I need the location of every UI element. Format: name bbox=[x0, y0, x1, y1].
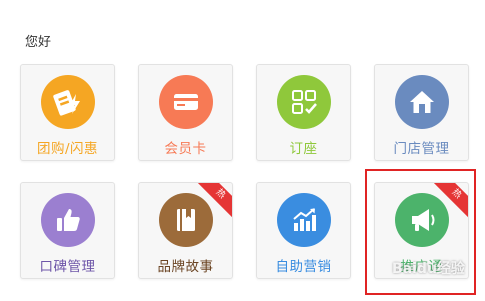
tile-label: 品牌故事 bbox=[157, 259, 214, 275]
coupon-lightning-icon bbox=[40, 75, 95, 129]
tile-label: 团购/闪惠 bbox=[36, 141, 99, 157]
tile-brand-story[interactable]: 品牌故事 热 bbox=[138, 182, 233, 279]
tile-label: 订座 bbox=[289, 141, 318, 157]
tile-seat-booking[interactable]: 订座 bbox=[256, 64, 351, 161]
growth-chart-icon bbox=[276, 193, 331, 247]
seat-booking-icon bbox=[276, 75, 331, 129]
tile-group-buy[interactable]: 团购/闪惠 bbox=[20, 64, 115, 161]
store-house-icon bbox=[394, 75, 449, 129]
tile-label: 门店管理 bbox=[393, 141, 450, 157]
brand-book-icon bbox=[158, 193, 213, 247]
greeting-text: 您好 bbox=[25, 35, 52, 50]
tile-reputation-management[interactable]: 口碑管理 bbox=[20, 182, 115, 279]
tile-member-card[interactable]: 会员卡 bbox=[138, 64, 233, 161]
member-card-icon bbox=[158, 75, 213, 129]
tile-store-management[interactable]: 门店管理 bbox=[374, 64, 469, 161]
megaphone-icon bbox=[394, 193, 449, 247]
tile-label: 会员卡 bbox=[164, 141, 207, 157]
watermark-text: Baidu经验 bbox=[392, 261, 465, 277]
tile-label: 口碑管理 bbox=[39, 259, 96, 275]
thumbs-up-icon bbox=[40, 193, 95, 247]
tile-label: 自助营销 bbox=[275, 259, 332, 275]
tile-self-marketing[interactable]: 自助营销 bbox=[256, 182, 351, 279]
